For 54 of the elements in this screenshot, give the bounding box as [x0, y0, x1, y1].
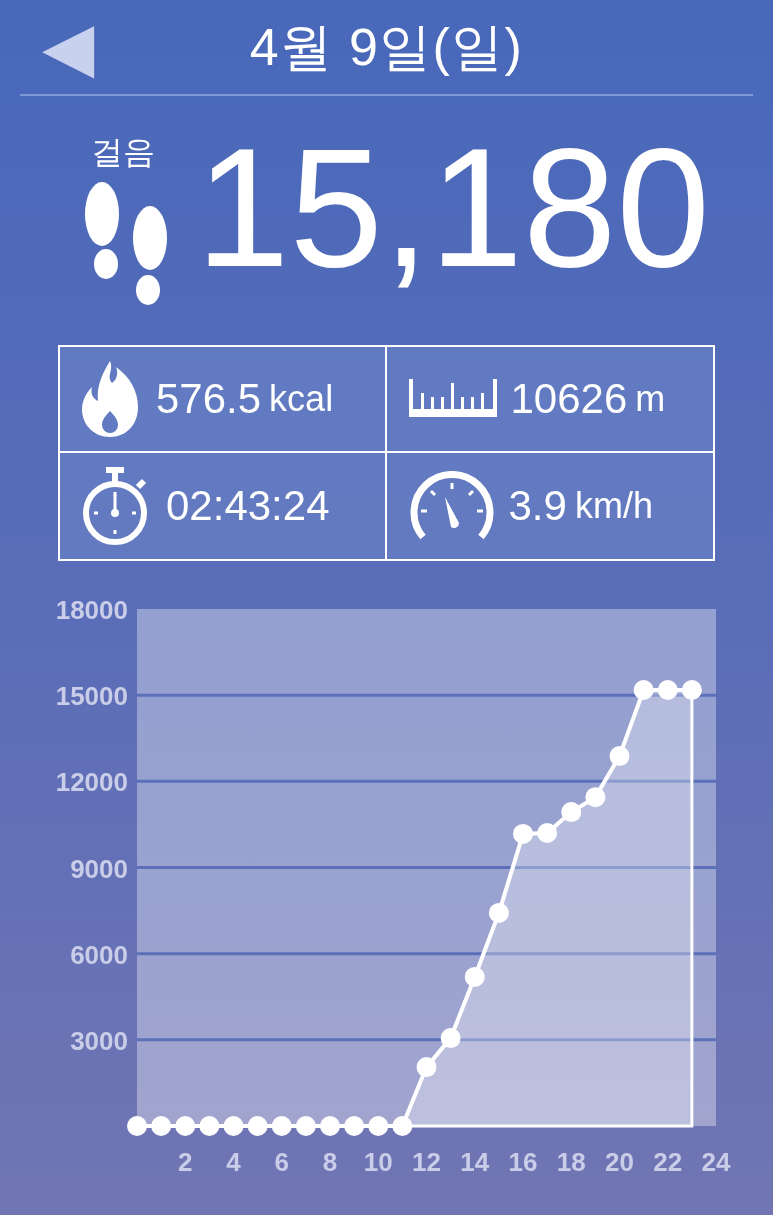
data-point [127, 1116, 147, 1136]
data-point [175, 1116, 196, 1136]
stat-value: 02:43:24 [166, 485, 330, 527]
data-point [609, 746, 630, 767]
stat-unit: km/h [574, 488, 653, 524]
y-axis-label: 12000 [55, 767, 128, 798]
data-point [247, 1116, 268, 1136]
data-point [464, 966, 485, 987]
data-point [561, 802, 582, 823]
stat-unit: kcal [269, 381, 334, 417]
data-point [657, 680, 678, 700]
x-axis-label: 18 [556, 1147, 586, 1177]
data-point [416, 1057, 437, 1078]
data-point [585, 787, 606, 808]
data-point [199, 1116, 220, 1136]
x-axis-label: 22 [653, 1147, 683, 1177]
steps-label: 걸음 [91, 136, 155, 168]
x-axis-label: 14 [460, 1147, 490, 1177]
stat-unit: m [635, 381, 666, 417]
stat-value: 3.9 [508, 485, 567, 527]
data-point [440, 1028, 461, 1049]
speedometer-icon [408, 471, 495, 541]
y-axis-label: 18000 [55, 595, 128, 625]
data-point [537, 823, 558, 844]
step-count: 15,180 [196, 124, 710, 292]
data-point [295, 1116, 316, 1136]
stat-value: 10626 [510, 378, 628, 420]
y-axis-label: 9000 [70, 853, 128, 884]
y-axis-label: 6000 [70, 939, 128, 970]
stat-value: 576.5 [156, 378, 262, 420]
x-axis-label: 12 [412, 1147, 441, 1177]
x-axis-label: 8 [322, 1147, 338, 1177]
ruler-icon [408, 379, 497, 419]
x-axis-label: 16 [508, 1147, 538, 1177]
data-point [633, 680, 654, 700]
x-axis-label: 20 [605, 1147, 634, 1177]
data-point [151, 1116, 172, 1136]
x-axis-label: 10 [363, 1147, 393, 1177]
x-axis-label: 24 [701, 1147, 731, 1177]
data-point [681, 680, 702, 700]
x-axis-label: 6 [274, 1147, 289, 1177]
data-point [368, 1116, 389, 1136]
x-axis-label: 4 [226, 1147, 241, 1177]
back-button[interactable]: ◀ [42, 12, 94, 80]
y-axis-label: 15000 [55, 681, 128, 712]
data-point [513, 823, 533, 844]
data-point [223, 1116, 244, 1136]
data-point [271, 1116, 292, 1136]
data-point [344, 1116, 365, 1136]
data-point [320, 1116, 340, 1136]
y-axis-label: 3000 [70, 1025, 128, 1056]
data-point [488, 902, 509, 923]
data-point [392, 1116, 413, 1136]
x-axis-label: 2 [178, 1147, 193, 1177]
